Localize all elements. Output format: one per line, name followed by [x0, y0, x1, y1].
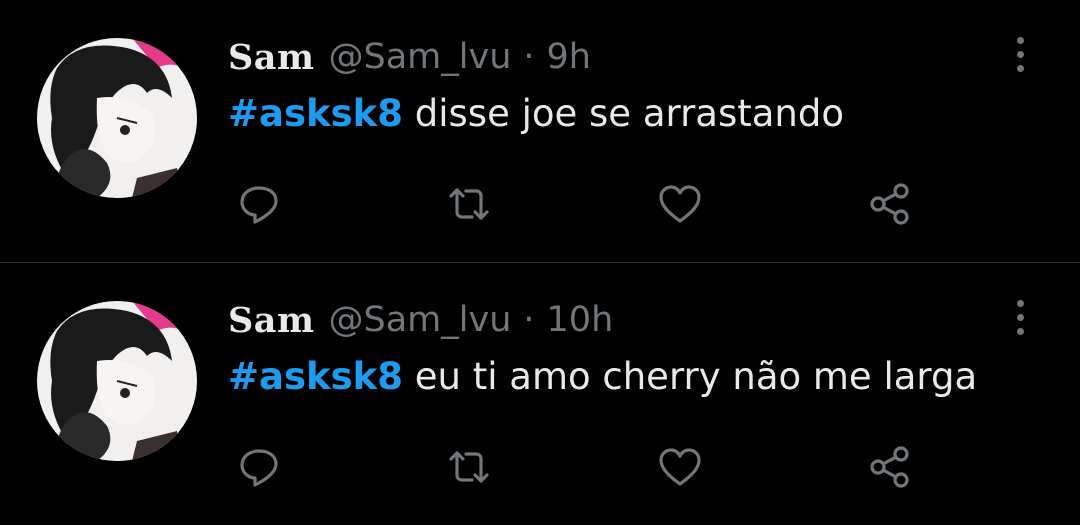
reply-icon	[240, 186, 278, 224]
more-options-icon[interactable]	[1005, 36, 1035, 72]
avatar[interactable]	[37, 301, 197, 461]
like-icon	[659, 448, 701, 486]
share-button[interactable]	[862, 439, 918, 495]
retweet-icon	[449, 188, 489, 220]
tweet-header: Sam @Sam_lvu · 10h	[228, 295, 613, 345]
retweet-button[interactable]	[441, 176, 497, 232]
retweet-button[interactable]	[441, 439, 497, 495]
tweet-text: #asksk8 eu ti amo cherry não me larga	[228, 355, 977, 398]
hashtag-link[interactable]: #asksk8	[228, 92, 403, 135]
timestamp[interactable]: 9h	[547, 37, 591, 77]
timestamp[interactable]: 10h	[547, 300, 614, 340]
tweet[interactable]: Sam @Sam_lvu · 9h #asksk8 disse joe se a…	[0, 0, 1080, 262]
tweet-header: Sam @Sam_lvu · 9h	[228, 32, 591, 82]
share-icon	[870, 446, 909, 488]
user-handle[interactable]: @Sam_lvu	[329, 37, 512, 77]
tweet[interactable]: Sam @Sam_lvu · 10h #asksk8 eu ti amo che…	[0, 263, 1080, 525]
reply-button[interactable]	[231, 439, 287, 495]
like-button[interactable]	[652, 439, 708, 495]
like-icon	[659, 185, 701, 223]
tweet-text: #asksk8 disse joe se arrastando	[228, 92, 844, 135]
retweet-icon	[449, 451, 489, 483]
user-handle[interactable]: @Sam_lvu	[329, 300, 512, 340]
share-icon	[870, 183, 909, 225]
share-button[interactable]	[862, 176, 918, 232]
tweet-body: eu ti amo cherry não me larga	[402, 355, 978, 398]
display-name[interactable]: Sam	[228, 300, 315, 341]
reply-icon	[240, 449, 278, 487]
hashtag-link[interactable]: #asksk8	[228, 355, 403, 398]
like-button[interactable]	[652, 176, 708, 232]
more-options-icon[interactable]	[1005, 299, 1035, 335]
avatar[interactable]	[37, 38, 197, 198]
tweet-body: disse joe se arrastando	[402, 92, 844, 135]
separator-dot: ·	[523, 37, 535, 77]
display-name[interactable]: Sam	[228, 37, 315, 78]
separator-dot: ·	[523, 300, 535, 340]
reply-button[interactable]	[231, 176, 287, 232]
